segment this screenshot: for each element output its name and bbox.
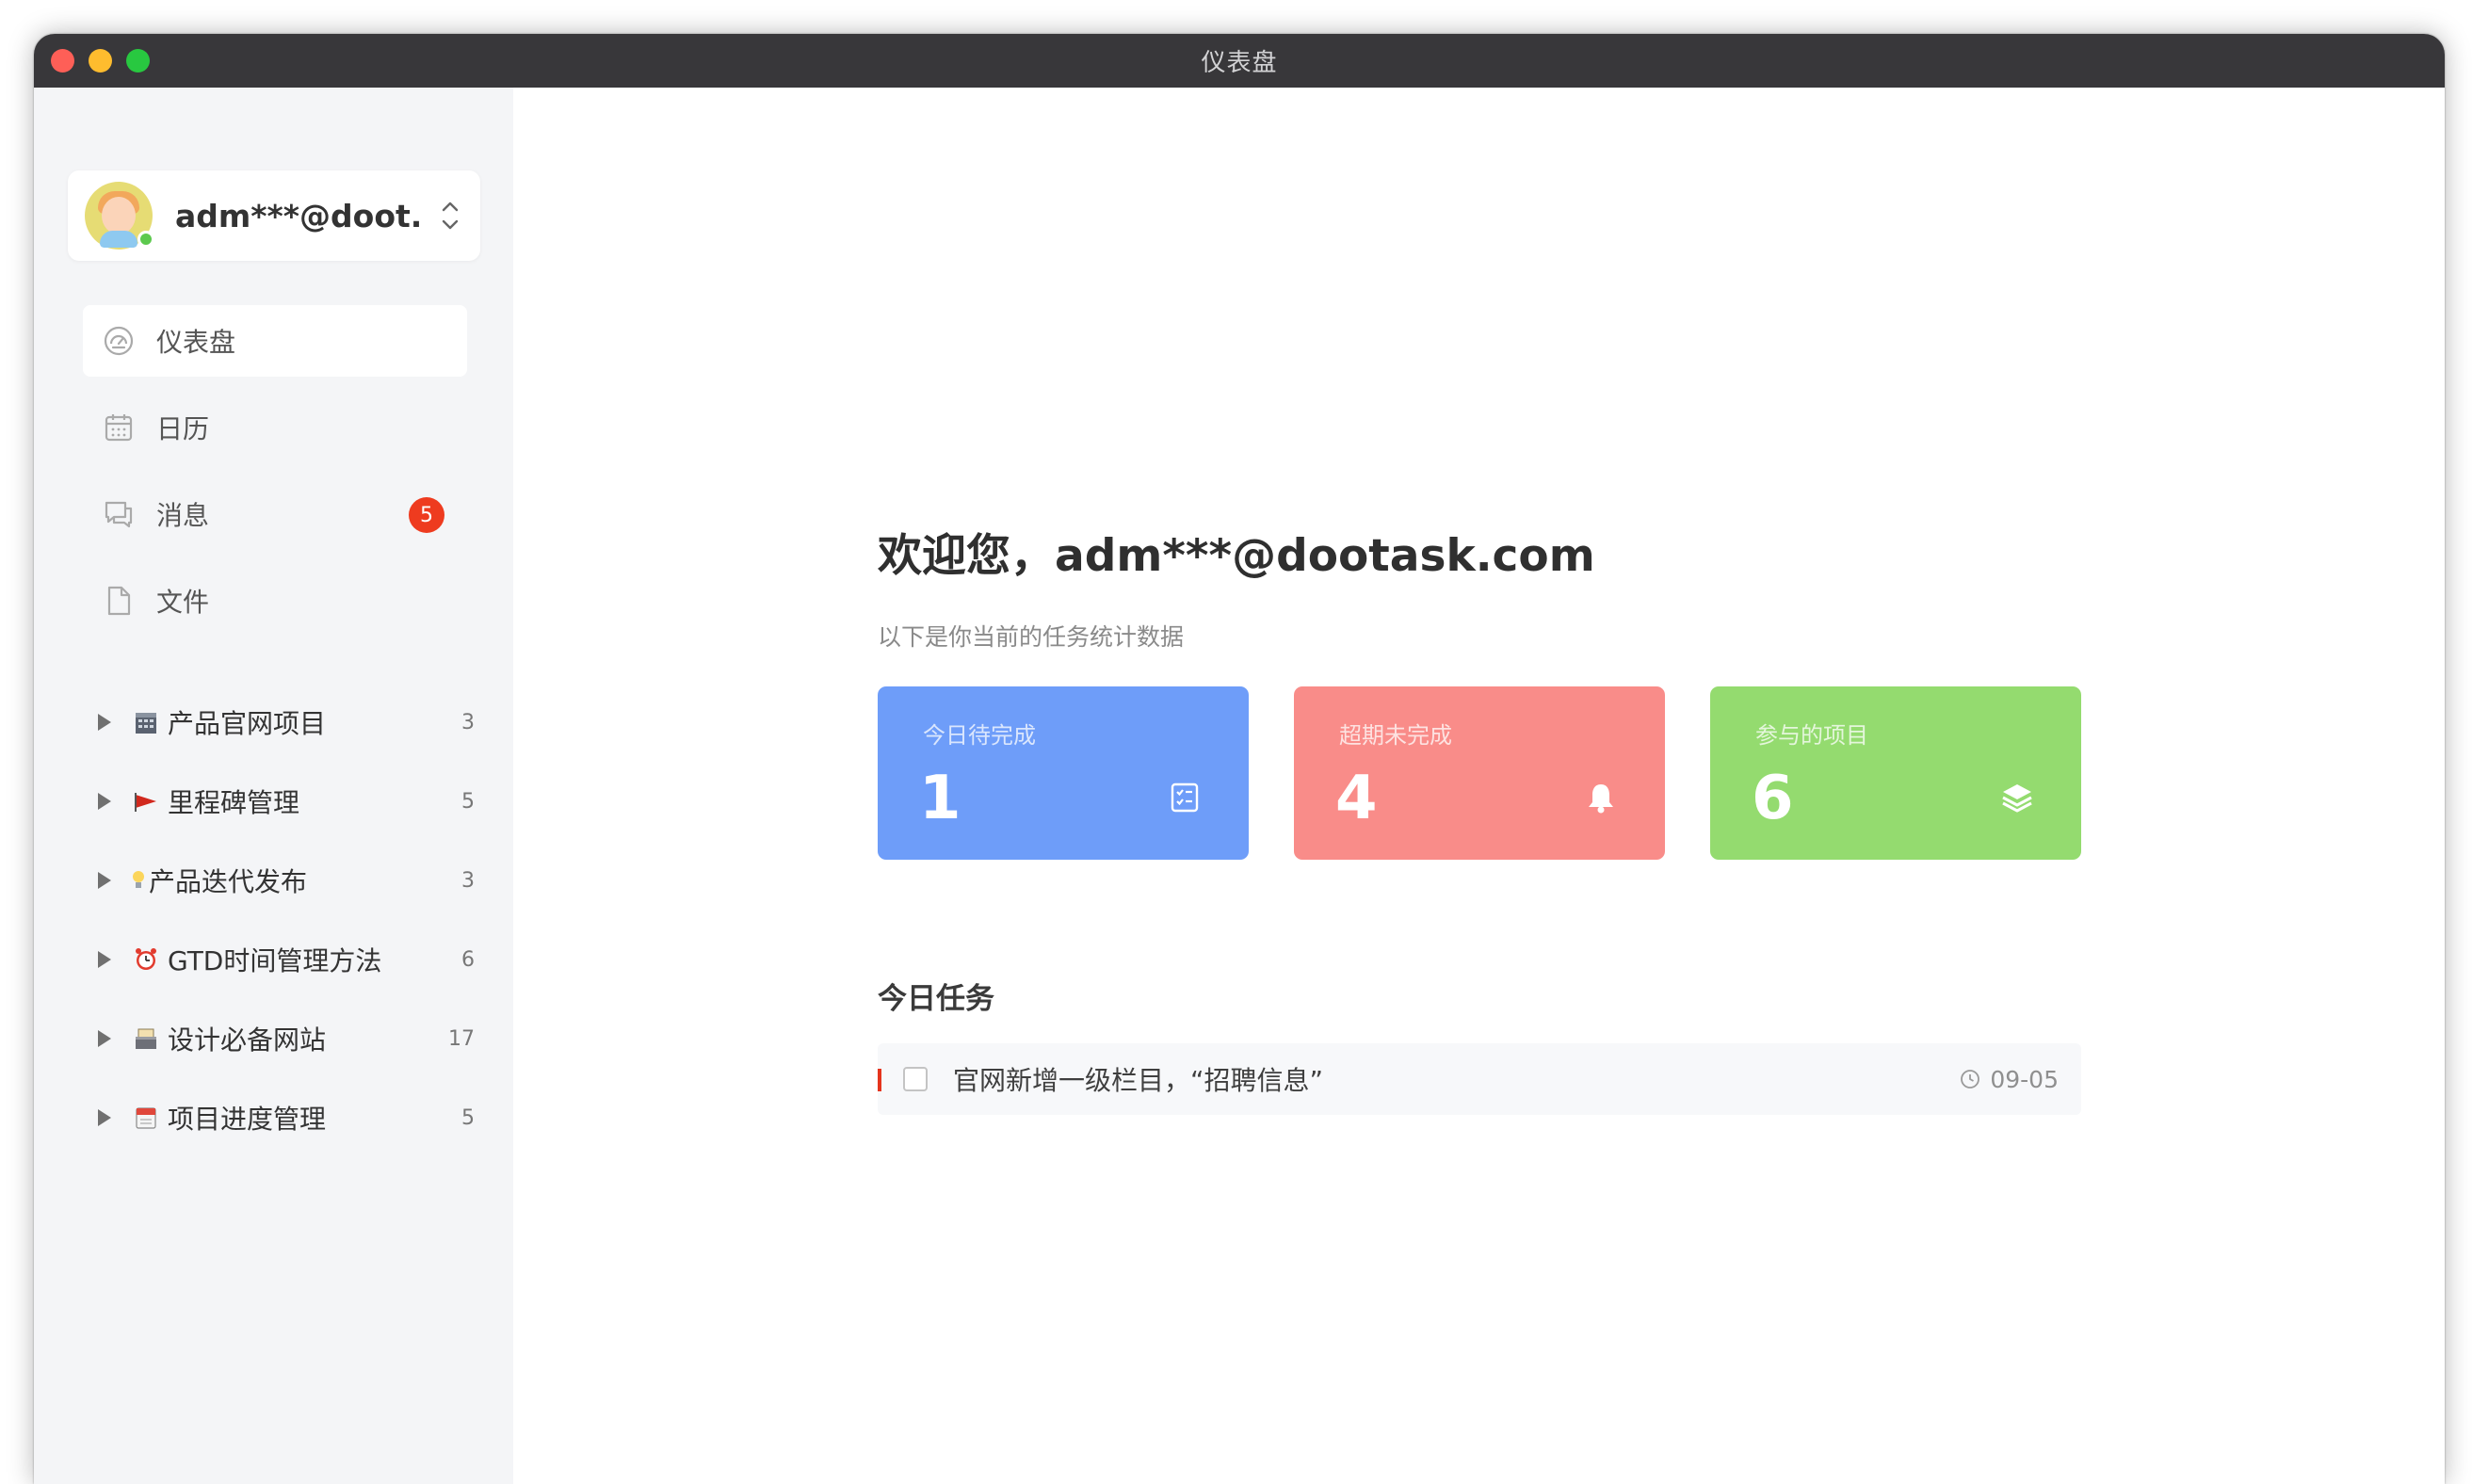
nav-label: 消息 (156, 500, 210, 531)
online-status-dot (137, 231, 154, 248)
building-icon (132, 708, 160, 736)
user-name: adm***@doot... (175, 197, 420, 234)
project-task-count: 3 (461, 710, 475, 734)
lightbulb-icon (132, 866, 145, 895)
project-task-count: 5 (461, 789, 475, 814)
project-task-count: 6 (461, 947, 475, 972)
stat-value: 6 (1752, 764, 1794, 833)
message-icon (102, 497, 136, 531)
today-tasks-title: 今日任务 (878, 982, 994, 1016)
chevron-up-down-icon (442, 202, 459, 230)
project-name: 里程碑管理 (168, 787, 300, 818)
calendar-page-icon (132, 1104, 160, 1132)
maximize-window-button[interactable] (126, 49, 150, 73)
stat-value: 1 (919, 764, 961, 833)
task-list-icon (1171, 782, 1199, 813)
layers-icon (2002, 784, 2032, 813)
stat-card-projects[interactable]: 参与的项目 6 (1710, 686, 2081, 860)
dashboard-main: 欢迎您，adm***@dootask.com 以下是你当前的任务统计数据 今日待… (513, 88, 2445, 1484)
avatar (85, 182, 154, 250)
nav-label: 文件 (156, 587, 210, 618)
expand-caret-icon[interactable] (98, 793, 111, 810)
project-name: 产品迭代发布 (149, 866, 308, 897)
project-item[interactable]: 项目进度管理 5 (98, 1089, 475, 1146)
user-switcher[interactable]: adm***@doot... (68, 170, 480, 261)
project-item[interactable]: GTD时间管理方法 6 (98, 931, 475, 988)
window-controls (51, 49, 150, 73)
expand-caret-icon[interactable] (98, 1030, 111, 1047)
task-checkbox[interactable] (903, 1067, 928, 1091)
stat-value: 4 (1335, 764, 1378, 833)
task-row[interactable]: 官网新增一级栏目，“招聘信息” 09-05 (878, 1043, 2081, 1115)
file-icon (102, 584, 136, 618)
nav-item-files[interactable]: 文件 (83, 565, 467, 637)
stat-card-overdue[interactable]: 超期未完成 4 (1294, 686, 1665, 860)
stat-label: 超期未完成 (1339, 722, 1452, 749)
dashboard-icon (102, 324, 136, 358)
stat-card-today-pending[interactable]: 今日待完成 1 (878, 686, 1249, 860)
alarm-clock-icon (132, 945, 160, 974)
close-window-button[interactable] (51, 49, 74, 73)
project-task-count: 5 (461, 1105, 475, 1130)
title-bar: 仪表盘 (34, 34, 2445, 88)
expand-caret-icon[interactable] (98, 872, 111, 889)
clock-icon (1961, 1070, 1980, 1089)
minimize-window-button[interactable] (89, 49, 112, 73)
expand-caret-icon[interactable] (98, 951, 111, 968)
task-due-date: 09-05 (1960, 1066, 2059, 1093)
priority-indicator (878, 1069, 881, 1091)
window-title: 仪表盘 (1201, 49, 1278, 77)
welcome-subtitle: 以下是你当前的任务统计数据 (878, 623, 1185, 651)
project-task-count: 17 (448, 1026, 475, 1051)
nav-label: 日历 (156, 413, 210, 444)
card-box-icon (132, 1024, 160, 1053)
expand-caret-icon[interactable] (98, 714, 111, 731)
project-item[interactable]: 设计必备网站 17 (98, 1010, 475, 1067)
unread-badge: 5 (409, 497, 444, 533)
task-title: 官网新增一级栏目，“招聘信息” (953, 1065, 1324, 1096)
expand-caret-icon[interactable] (98, 1109, 111, 1126)
nav-item-messages[interactable]: 消息 5 (83, 478, 467, 550)
sidebar: adm***@doot... 仪表盘 日历 消息 5 文件 产品官网项目 3 里… (34, 88, 513, 1484)
app-window: 仪表盘 adm***@doot... 仪表盘 日历 消息 5 文件 产品官网项目… (34, 34, 2445, 1484)
bell-icon (1589, 784, 1613, 814)
project-name: 设计必备网站 (168, 1024, 327, 1056)
red-flag-icon (132, 787, 160, 815)
nav-label: 仪表盘 (156, 327, 236, 358)
calendar-icon (102, 411, 136, 444)
project-name: 项目进度管理 (168, 1104, 327, 1135)
project-item[interactable]: 产品官网项目 3 (98, 694, 475, 750)
nav-item-calendar[interactable]: 日历 (83, 392, 467, 463)
project-item[interactable]: 产品迭代发布 3 (98, 852, 475, 909)
welcome-heading: 欢迎您，adm***@dootask.com (878, 530, 1595, 582)
project-name: GTD时间管理方法 (168, 945, 382, 976)
nav-item-dashboard[interactable]: 仪表盘 (83, 305, 467, 377)
task-date-text: 09-05 (1990, 1065, 2059, 1093)
stat-label: 参与的项目 (1755, 722, 1868, 749)
project-name: 产品官网项目 (168, 708, 327, 739)
stat-label: 今日待完成 (923, 722, 1036, 749)
project-task-count: 3 (461, 868, 475, 893)
project-item[interactable]: 里程碑管理 5 (98, 773, 475, 830)
